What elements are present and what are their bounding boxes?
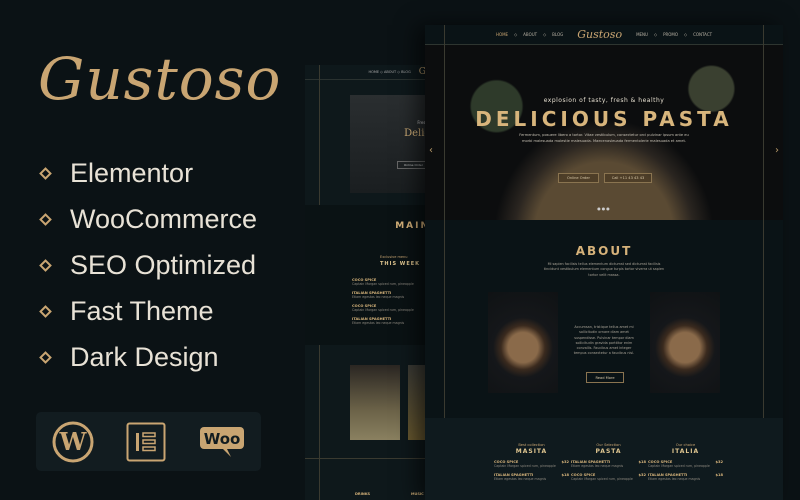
feature-item: SEO Optimized xyxy=(38,250,256,281)
wordpress-icon: W xyxy=(52,421,94,462)
back-week-title: THIS WEEK xyxy=(380,261,421,267)
hero-body: Fermentum, posuere libero a tortor. Vita… xyxy=(519,133,689,143)
feature-item: Dark Design xyxy=(38,342,219,373)
about-image-right xyxy=(650,292,720,393)
about-body: Mi sapien facilisis tellus elementum dic… xyxy=(543,262,665,277)
slider-dots[interactable]: ●●● xyxy=(425,206,783,211)
menu-item: ITALIAN SPAGHETTI $18 Etiam egestas leo ne… xyxy=(571,460,646,468)
svg-text:W: W xyxy=(59,427,88,456)
elementor-icon xyxy=(126,422,166,461)
menu-item: COCO SPICE $32 Captain Morgan spiced rum, … xyxy=(648,460,723,468)
promo-panel: Gustoso Elementor WooCommerce SEO Optimi… xyxy=(0,0,300,500)
back-menu-item: COCO SPICE Captain Morgan spiced rum, pin… xyxy=(352,278,414,286)
woocommerce-icon: Woo xyxy=(199,426,244,457)
call-button[interactable]: Call +11 43 43 43 xyxy=(604,173,652,183)
next-arrow-icon[interactable]: › xyxy=(775,145,779,156)
online-order-button[interactable]: Online Order xyxy=(558,173,599,183)
diamond-bullet-icon xyxy=(39,351,52,364)
prev-arrow-icon[interactable]: ‹ xyxy=(429,145,433,156)
site-navbar: HOME ◇ ABOUT ◇ BLOG Gustoso MENU ◇ PROMO ◇ C… xyxy=(425,25,783,45)
about-image-left xyxy=(488,292,558,393)
front-mockup: HOME ◇ ABOUT ◇ BLOG Gustoso MENU ◇ PROMO ◇ C… xyxy=(425,25,783,500)
menu-item: ITALIAN SPAGHETTI $18 Etiam egestas leo ne… xyxy=(648,473,723,481)
diamond-bullet-icon xyxy=(39,213,52,226)
back-week-caption: Exclusive menu xyxy=(380,255,408,259)
menu-column: Our choice ITALIA COCO SPICE $32 Captain Mo… xyxy=(648,443,723,481)
hero-subtitle: explosion of tasty, fresh & healthy xyxy=(543,97,665,104)
back-pasta-image xyxy=(350,365,400,440)
feature-item: Elementor xyxy=(38,158,193,189)
feature-item: WooCommerce xyxy=(38,204,257,235)
brand-title: Gustoso xyxy=(38,45,282,113)
menu-item: COCO SPICE $32 Captain Morgan spiced rum, … xyxy=(494,460,569,468)
back-mockup: HOME ◇ ABOUT ◇ BLOG G Fresh Delic Online… xyxy=(305,65,430,500)
diamond-bullet-icon xyxy=(39,259,52,272)
back-hero-image: Fresh Delic Online Order xyxy=(350,95,430,193)
back-music-title: MUSIC xyxy=(411,492,424,496)
about-text: Accumsan, tristique tellus amet mi solli… xyxy=(573,325,635,356)
nav-promo[interactable]: PROMO xyxy=(663,32,678,37)
back-nav: HOME ◇ ABOUT ◇ BLOG xyxy=(368,70,411,74)
nav-home[interactable]: HOME xyxy=(496,32,508,37)
diamond-bullet-icon xyxy=(39,167,52,180)
about-title: ABOUT xyxy=(575,244,633,258)
hero-title: DELICIOUS PASTA xyxy=(475,107,733,131)
hero-section: explosion of tasty, fresh & healthy DELI… xyxy=(425,45,783,220)
diamond-bullet-icon xyxy=(39,305,52,318)
feature-item: Fast Theme xyxy=(38,296,214,327)
back-drinks-title: DRINKS xyxy=(355,492,371,496)
nav-contact[interactable]: CONTACT xyxy=(693,32,712,37)
back-menu-item: ITALIAN SPAGHETTI Etiam egestas leo neque… xyxy=(352,317,405,325)
nav-menu[interactable]: MENU xyxy=(636,32,648,37)
nav-about[interactable]: ABOUT xyxy=(523,32,537,37)
back-menu-item: COCO SPICE Captain Morgan spiced rum, pin… xyxy=(352,304,414,312)
nav-blog[interactable]: BLOG xyxy=(552,32,563,37)
menu-section: Best collection MASITA COCO SPICE $32 Capta… xyxy=(425,418,783,500)
menu-item: ITALIAN SPAGHETTI $18 Etiam egestas leo ne… xyxy=(494,473,569,481)
menu-column: Our Selection PASTA ITALIAN SPAGHETTI $18 E… xyxy=(571,443,646,481)
platform-logos: W Woo xyxy=(36,412,261,471)
site-logo[interactable]: Gustoso xyxy=(577,28,622,41)
menu-item: COCO SPICE $32 Captain Morgan spiced rum, … xyxy=(571,473,646,481)
back-menu-item: ITALIAN SPAGHETTI Etiam egestas leo neque… xyxy=(352,291,405,299)
read-more-button[interactable]: Read More xyxy=(586,372,624,383)
menu-column: Best collection MASITA COCO SPICE $32 Capta… xyxy=(494,443,569,481)
svg-text:Woo: Woo xyxy=(204,430,241,448)
